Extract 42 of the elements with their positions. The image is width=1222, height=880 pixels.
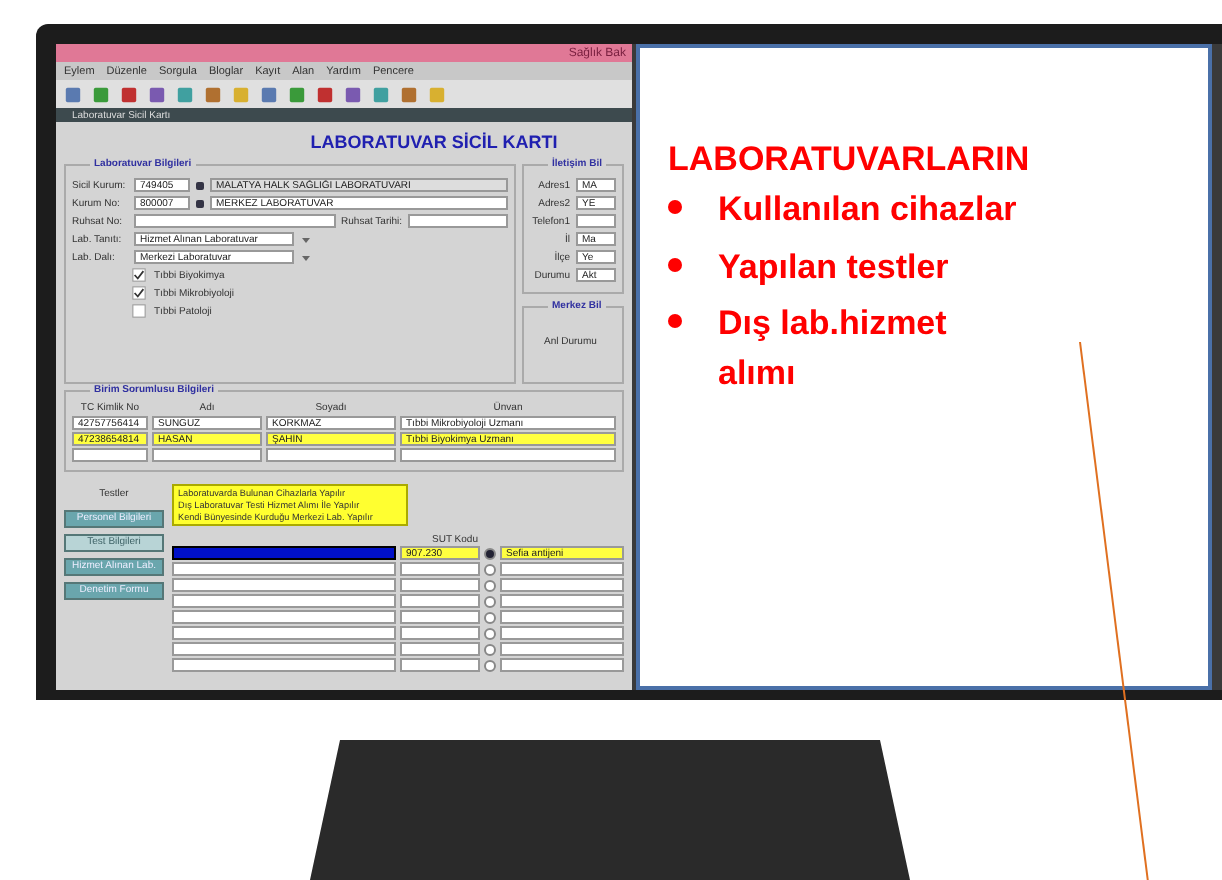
lookup-icon[interactable] xyxy=(196,199,204,207)
table-cell[interactable] xyxy=(500,610,624,624)
input-field[interactable] xyxy=(576,214,616,228)
form-heading: LABORATUVAR SİCİL KARTI xyxy=(310,130,558,156)
table-cell[interactable] xyxy=(500,658,624,672)
bullet-icon xyxy=(668,257,682,272)
table-cell[interactable] xyxy=(400,626,480,640)
bullet-text: Kullanılan cihazlar xyxy=(718,188,1018,232)
bullet-icon xyxy=(668,200,682,214)
callout-heading: LABORATUVARLARIN xyxy=(668,140,1032,180)
input-field[interactable] xyxy=(134,214,336,228)
table-cell[interactable] xyxy=(172,658,396,672)
table-cell[interactable] xyxy=(500,562,624,576)
table-cell[interactable] xyxy=(500,578,624,592)
table-cell[interactable] xyxy=(172,594,396,608)
table-cell[interactable] xyxy=(172,642,396,656)
table-cell[interactable] xyxy=(172,562,396,576)
table-cell[interactable] xyxy=(152,448,262,462)
bullet-text: Dış lab.hizmet alımı xyxy=(718,302,949,396)
table-cell[interactable] xyxy=(266,448,396,462)
table-cell[interactable] xyxy=(400,658,480,672)
table-cell[interactable] xyxy=(500,626,624,640)
bullet-text: Yapılan testler xyxy=(718,245,951,290)
table-cell[interactable] xyxy=(172,578,396,592)
checkbox[interactable] xyxy=(132,304,146,318)
table-cell[interactable] xyxy=(400,562,480,576)
table-cell[interactable] xyxy=(172,610,396,624)
checkbox[interactable] xyxy=(132,286,146,300)
lookup-icon[interactable] xyxy=(196,181,204,189)
bullet-icon xyxy=(668,314,682,329)
input-field[interactable] xyxy=(408,214,508,228)
table-cell[interactable] xyxy=(400,448,616,462)
checkbox[interactable] xyxy=(132,268,146,282)
table-cell[interactable] xyxy=(400,610,480,624)
table-cell[interactable] xyxy=(400,578,480,592)
table-cell[interactable] xyxy=(172,626,396,640)
table-cell[interactable] xyxy=(500,642,624,656)
table-cell[interactable] xyxy=(500,594,624,608)
table-cell[interactable] xyxy=(172,546,396,560)
table-cell[interactable] xyxy=(400,642,480,656)
table-cell[interactable] xyxy=(400,594,480,608)
table-cell[interactable] xyxy=(72,448,148,462)
